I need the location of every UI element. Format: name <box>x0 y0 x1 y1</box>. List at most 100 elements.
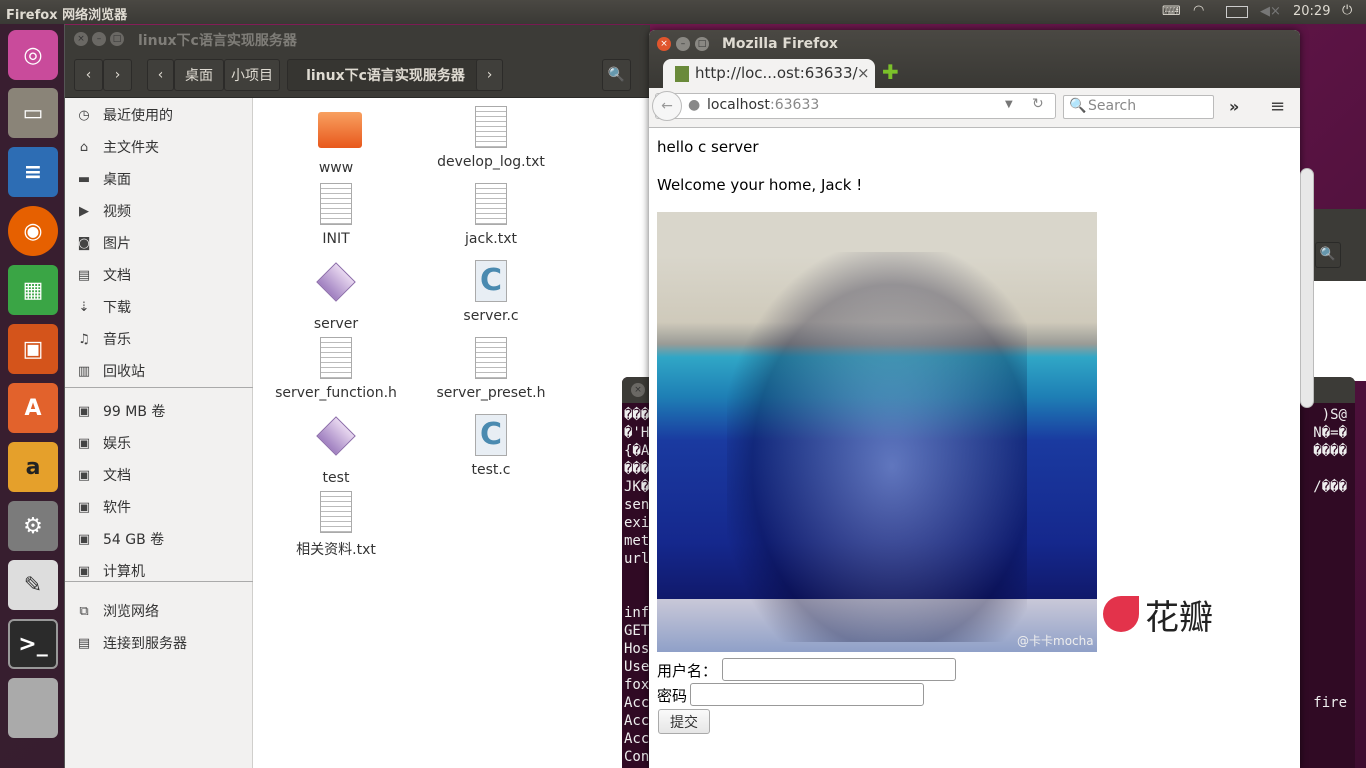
sidebar-item[interactable]: ◷ 最近使用的 <box>65 102 253 128</box>
file-name: 相关资料.txt <box>296 542 376 558</box>
search-icon[interactable]: 🔍 <box>1315 242 1341 268</box>
minimize-button[interactable]: – <box>92 32 106 46</box>
submit-button[interactable]: 提交 <box>658 709 710 734</box>
wifi-icon[interactable]: ◠ <box>1193 3 1204 18</box>
file-item[interactable]: jack.txt <box>416 183 566 247</box>
file-item[interactable]: Cserver.c <box>416 260 566 324</box>
close-button[interactable]: × <box>74 32 88 46</box>
sidebar-item-label: 主文件夹 <box>103 140 159 156</box>
maximize-button[interactable]: □ <box>110 32 124 46</box>
back-button[interactable]: ← <box>652 91 682 121</box>
sidebar-item[interactable]: ▥ 回收站 <box>65 358 253 384</box>
sidebar-item[interactable]: ▣ 99 MB 卷 <box>65 398 253 424</box>
clock[interactable]: 20:29 <box>1293 4 1330 19</box>
breadcrumb-projects[interactable]: 小项目 <box>224 59 280 91</box>
terminal-line: Acc <box>624 695 650 711</box>
terminal-icon[interactable]: >_ <box>8 619 58 669</box>
sidebar-item[interactable]: ⌂ 主文件夹 <box>65 134 253 160</box>
reload-icon[interactable]: ↻ <box>1032 96 1044 112</box>
sidebar-item[interactable]: ▣ 娱乐 <box>65 430 253 456</box>
search-button[interactable]: 🔍 <box>602 59 631 91</box>
server-icon: ▤ <box>77 635 91 651</box>
file-item[interactable]: server <box>261 260 411 332</box>
menu-icon[interactable]: ≡ <box>1270 96 1285 117</box>
file-item[interactable]: test <box>261 414 411 486</box>
url-bar[interactable]: ← ● localhost :63633 ▼ ↻ <box>652 91 1056 121</box>
scrollbar[interactable] <box>1300 168 1314 408</box>
battery-icon[interactable] <box>1226 6 1248 18</box>
camera-icon: ◙ <box>77 235 91 251</box>
maximize-button[interactable]: □ <box>695 37 709 51</box>
software-center-icon[interactable]: A <box>8 383 58 433</box>
file-name: www <box>318 160 354 176</box>
calc-icon[interactable]: ▦ <box>8 265 58 315</box>
breadcrumb-right-button[interactable]: › <box>476 59 503 91</box>
back-button[interactable]: ‹ <box>74 59 103 91</box>
ubuntu-dash-icon[interactable]: ◎ <box>8 30 58 80</box>
sidebar-item[interactable]: ▣ 文档 <box>65 462 253 488</box>
sidebar-item-label: 计算机 <box>103 564 145 580</box>
file-item[interactable]: INIT <box>261 183 411 247</box>
file-item[interactable]: server_preset.h <box>416 337 566 401</box>
sidebar-item[interactable]: ◙ 图片 <box>65 230 253 256</box>
file-item[interactable]: 相关资料.txt <box>261 491 411 559</box>
sidebar-item[interactable]: ▤ 文档 <box>65 262 253 288</box>
video-icon: ▶ <box>79 203 89 219</box>
tab-localhost[interactable]: http://loc...ost:63633/ × <box>663 59 875 89</box>
overflow-icon[interactable]: » <box>1229 97 1239 116</box>
sidebar-item-label: 图片 <box>103 236 131 252</box>
text-file-icon <box>318 337 354 381</box>
terminal-line: met <box>624 533 650 549</box>
sidebar-item[interactable]: ▤ 连接到服务器 <box>65 630 253 656</box>
file-name: server.c <box>463 308 519 324</box>
sidebar-item[interactable]: ⇣ 下载 <box>65 294 253 320</box>
terminal-line: JK� <box>624 479 650 495</box>
sidebar-item-label: 下载 <box>103 300 131 316</box>
firefox-icon[interactable]: ◉ <box>8 206 58 256</box>
close-button[interactable]: × <box>631 383 645 397</box>
minimize-button[interactable]: – <box>676 37 690 51</box>
music-icon: ♫ <box>78 331 90 347</box>
download-icon: ⇣ <box>78 299 90 315</box>
files-icon[interactable]: ▭ <box>8 88 58 138</box>
sidebar-item[interactable]: ▣ 54 GB 卷 <box>65 526 253 552</box>
impress-icon[interactable]: ▣ <box>8 324 58 374</box>
sidebar-item[interactable]: ▬ 桌面 <box>65 166 253 192</box>
terminal-line: inf <box>624 605 650 621</box>
keyboard-icon[interactable]: ⌨ <box>1162 4 1181 19</box>
close-tab-icon[interactable]: × <box>857 64 870 82</box>
firefox-window: × – □ Mozilla Firefox http://loc...ost:6… <box>649 30 1300 768</box>
writer-icon[interactable]: ≡ <box>8 147 58 197</box>
username-input[interactable] <box>722 658 956 681</box>
dropdown-icon[interactable]: ▼ <box>1005 99 1013 110</box>
breadcrumb-desktop[interactable]: 桌面 <box>174 59 224 91</box>
new-tab-icon[interactable]: ✚ <box>882 60 899 84</box>
document-icon: ▤ <box>77 267 91 283</box>
file-item[interactable]: server_function.h <box>261 337 411 401</box>
sidebar-item[interactable]: ▣ 软件 <box>65 494 253 520</box>
sidebar-item-label: 浏览网络 <box>103 604 159 620</box>
amazon-icon[interactable]: a <box>8 442 58 492</box>
file-item[interactable]: www <box>261 106 411 176</box>
sidebar-item[interactable]: ▶ 视频 <box>65 198 253 224</box>
mural-image: @卡卡mocha <box>657 212 1097 652</box>
breadcrumb-current[interactable]: linux下c语言实现服务器 <box>287 59 484 91</box>
search-input[interactable]: 🔍 Search <box>1063 95 1214 119</box>
password-input[interactable] <box>690 683 924 706</box>
close-button[interactable]: × <box>657 37 671 51</box>
forward-button[interactable]: › <box>103 59 132 91</box>
toolbar: ‹ › ‹ 桌面 小项目 linux下c语言实现服务器 › 🔍 <box>65 52 650 98</box>
settings-icon[interactable]: ⚙ <box>8 501 58 551</box>
breadcrumb-left-button[interactable]: ‹ <box>147 59 174 91</box>
sidebar-item[interactable]: ♫ 音乐 <box>65 326 253 352</box>
sidebar-item[interactable]: ⧉ 浏览网络 <box>65 598 253 624</box>
workspaces-icon[interactable] <box>8 678 58 738</box>
folder-icon <box>318 112 362 156</box>
file-item[interactable]: Ctest.c <box>416 414 566 478</box>
text-editor-icon[interactable]: ✎ <box>8 560 58 610</box>
power-icon[interactable]: ⏻ <box>1342 3 1352 18</box>
volume-muted-icon[interactable]: ◀× <box>1260 4 1281 19</box>
file-item[interactable]: develop_log.txt <box>416 106 566 170</box>
terminal-line: Acc <box>624 731 650 747</box>
terminal-line: ��� <box>624 407 650 423</box>
